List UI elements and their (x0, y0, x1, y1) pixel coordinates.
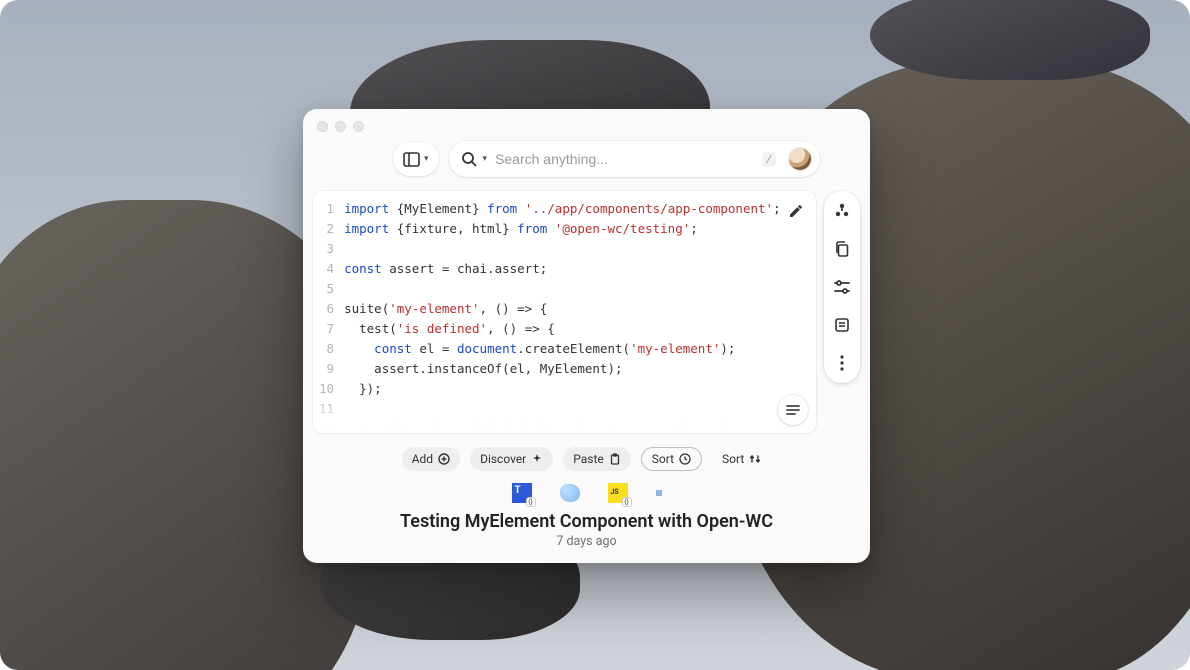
wrap-lines-button[interactable] (778, 395, 808, 425)
related-files-row: {} {} (303, 477, 870, 505)
code-content[interactable]: import {MyElement} from '../app/componen… (344, 199, 816, 433)
code-snippet-card: 1 2 3 4 5 6 7 8 9 10 11 12 13 14 15 16 1… (313, 191, 816, 433)
more-button[interactable] (832, 353, 852, 373)
clipboard-icon (609, 453, 621, 465)
chevron-down-icon: ▾ (483, 154, 488, 164)
wallpaper-rock (870, 0, 1150, 80)
window-titlebar (303, 109, 870, 133)
window-minimize-button[interactable] (335, 121, 346, 132)
chevron-down-icon: ▾ (424, 154, 429, 164)
edit-button[interactable] (784, 199, 808, 223)
app-window: ▾ ▾ / 1 2 3 4 5 6 7 8 9 10 11 12 13 14 1… (303, 109, 870, 563)
top-toolbar: ▾ ▾ / (303, 133, 870, 185)
desktop-wallpaper: ▾ ▾ / 1 2 3 4 5 6 7 8 9 10 11 12 13 14 1… (0, 0, 1190, 670)
sidebar-toggle-button[interactable]: ▾ (393, 142, 439, 176)
typescript-file-icon[interactable]: {} (512, 483, 532, 503)
misc-file-icon[interactable] (656, 490, 662, 496)
sparkle-icon (531, 453, 543, 465)
action-chips-row: Add Discover Paste Sort Sort (303, 433, 870, 477)
component-file-icon[interactable] (560, 484, 580, 502)
sort-custom-chip[interactable]: Sort (712, 447, 771, 471)
sort-icon (749, 453, 761, 465)
avatar[interactable] (788, 147, 812, 171)
window-close-button[interactable] (317, 121, 328, 132)
paste-chip-label: Paste (573, 452, 604, 466)
search-icon (461, 151, 477, 167)
window-zoom-button[interactable] (353, 121, 364, 132)
discover-chip[interactable]: Discover (470, 447, 553, 471)
side-toolbar (824, 191, 860, 383)
discover-chip-label: Discover (480, 452, 526, 466)
sort-time-chip[interactable]: Sort (641, 447, 702, 471)
search-input[interactable] (495, 151, 754, 167)
add-chip-label: Add (412, 452, 433, 466)
search-bar[interactable]: ▾ / (449, 141, 820, 177)
search-shortcut-hint: / (762, 152, 776, 167)
copy-button[interactable] (832, 239, 852, 259)
add-chip[interactable]: Add (402, 447, 460, 471)
ai-assist-button[interactable] (832, 201, 852, 221)
paste-chip[interactable]: Paste (563, 447, 631, 471)
clock-icon (679, 453, 691, 465)
notes-button[interactable] (832, 315, 852, 335)
line-number-gutter: 1 2 3 4 5 6 7 8 9 10 11 12 13 14 15 16 1… (313, 199, 344, 433)
plus-circle-icon (438, 453, 450, 465)
sort-custom-chip-label: Sort (722, 452, 744, 466)
sidebar-icon (403, 152, 420, 167)
snippet-title: Testing MyElement Component with Open-WC (303, 505, 870, 534)
javascript-file-icon[interactable]: {} (608, 483, 628, 503)
settings-sliders-button[interactable] (832, 277, 852, 297)
snippet-timestamp: 7 days ago (303, 534, 870, 563)
sort-time-chip-label: Sort (652, 452, 674, 466)
